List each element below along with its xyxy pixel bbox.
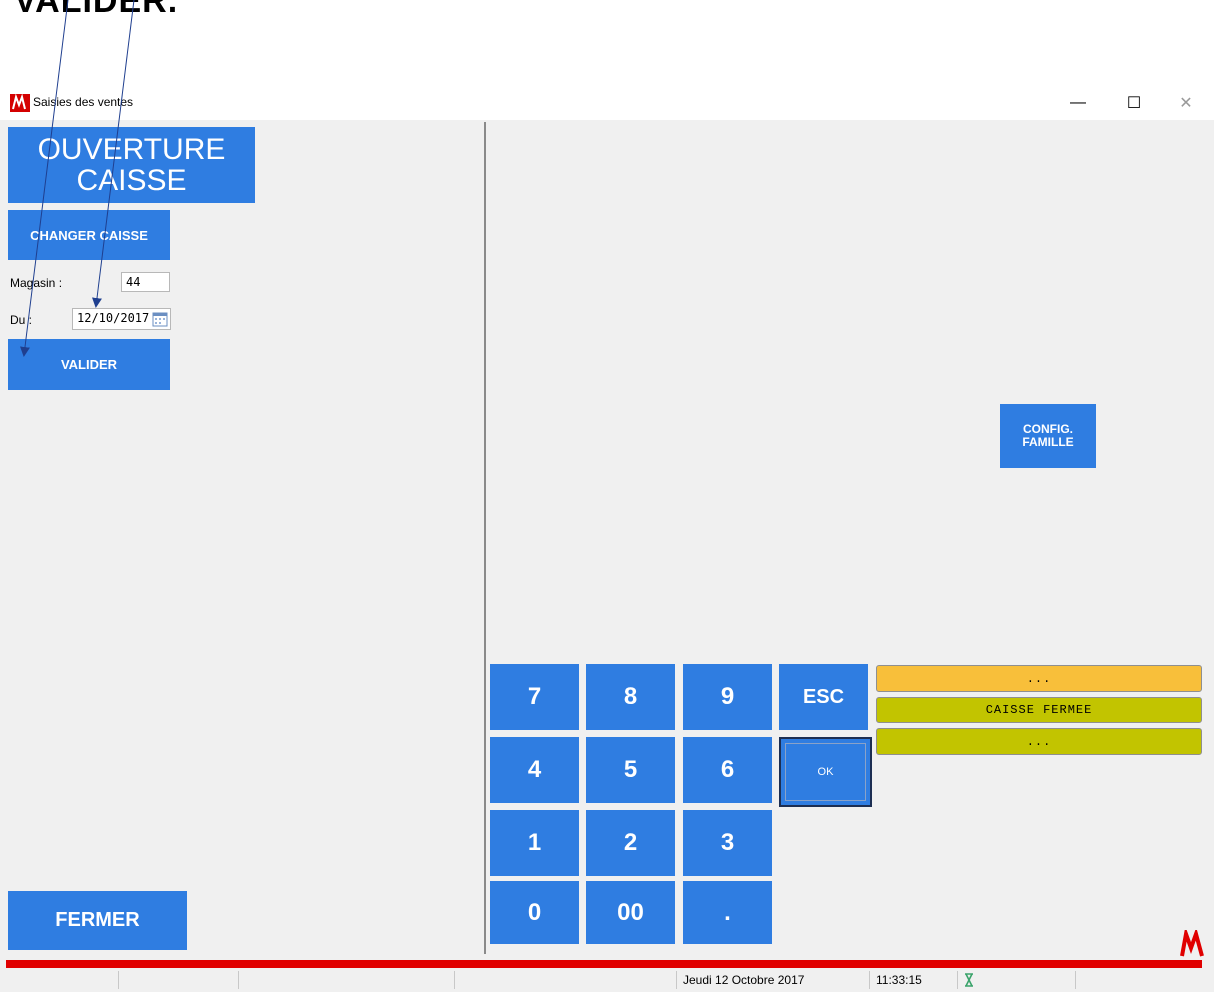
- key-0[interactable]: 0: [490, 881, 579, 944]
- status-cell-3: [454, 971, 676, 989]
- annotation-title: VALIDER.: [14, 0, 179, 20]
- date-label: Du :: [10, 313, 33, 327]
- hourglass-icon: [965, 973, 973, 987]
- key-5[interactable]: 5: [586, 737, 675, 803]
- store-label: Magasin :: [10, 276, 63, 290]
- store-input[interactable]: 44: [121, 272, 170, 292]
- close-button[interactable]: FERMER: [8, 891, 187, 950]
- status-cell-2: [238, 971, 454, 989]
- status-time: 11:33:15: [869, 971, 957, 989]
- date-value: 12/10/2017: [77, 311, 150, 325]
- key-3[interactable]: 3: [683, 810, 772, 876]
- status-line-register: CAISSE FERMEE: [876, 697, 1202, 723]
- key-8[interactable]: 8: [586, 664, 675, 730]
- status-line-top: ...: [876, 665, 1202, 692]
- close-window-button[interactable]: ✕: [1162, 86, 1210, 120]
- status-cell-1: [118, 971, 238, 989]
- status-bar: Jeudi 12 Octobre 2017 11:33:15: [0, 968, 1214, 992]
- key-00[interactable]: 00: [586, 881, 675, 944]
- window-title: Saisies des ventes: [33, 95, 134, 109]
- red-divider-bar: [6, 960, 1202, 968]
- status-line-bottom: ...: [876, 728, 1202, 755]
- key-4[interactable]: 4: [490, 737, 579, 803]
- brand-logo-icon: [1180, 930, 1204, 957]
- key-1[interactable]: 1: [490, 810, 579, 876]
- app-window: Saisies des ventes — ☐ ✕ OUVERTURE CAISS…: [0, 86, 1214, 992]
- change-register-button[interactable]: CHANGER CAISSE: [8, 210, 170, 260]
- calendar-icon[interactable]: [152, 311, 168, 327]
- app-logo-icon: [10, 94, 30, 112]
- validate-button[interactable]: VALIDER: [8, 339, 170, 390]
- status-date: Jeudi 12 Octobre 2017: [676, 971, 869, 989]
- minimize-button[interactable]: —: [1054, 86, 1102, 120]
- title-bar: Saisies des ventes — ☐ ✕: [0, 86, 1214, 120]
- key-dot[interactable]: .: [683, 881, 772, 944]
- key-7[interactable]: 7: [490, 664, 579, 730]
- config-family-button[interactable]: CONFIG. FAMILLE: [1000, 404, 1096, 468]
- key-6[interactable]: 6: [683, 737, 772, 803]
- status-indicator: [957, 971, 1075, 989]
- panel-separator[interactable]: [484, 122, 486, 954]
- date-input[interactable]: 12/10/2017: [72, 308, 171, 330]
- open-register-button[interactable]: OUVERTURE CAISSE: [8, 127, 255, 203]
- maximize-button[interactable]: ☐: [1110, 86, 1158, 120]
- key-9[interactable]: 9: [683, 664, 772, 730]
- key-2[interactable]: 2: [586, 810, 675, 876]
- key-ok[interactable]: OK: [779, 737, 872, 807]
- status-cell-6: [1075, 971, 1185, 989]
- key-esc[interactable]: ESC: [779, 664, 868, 730]
